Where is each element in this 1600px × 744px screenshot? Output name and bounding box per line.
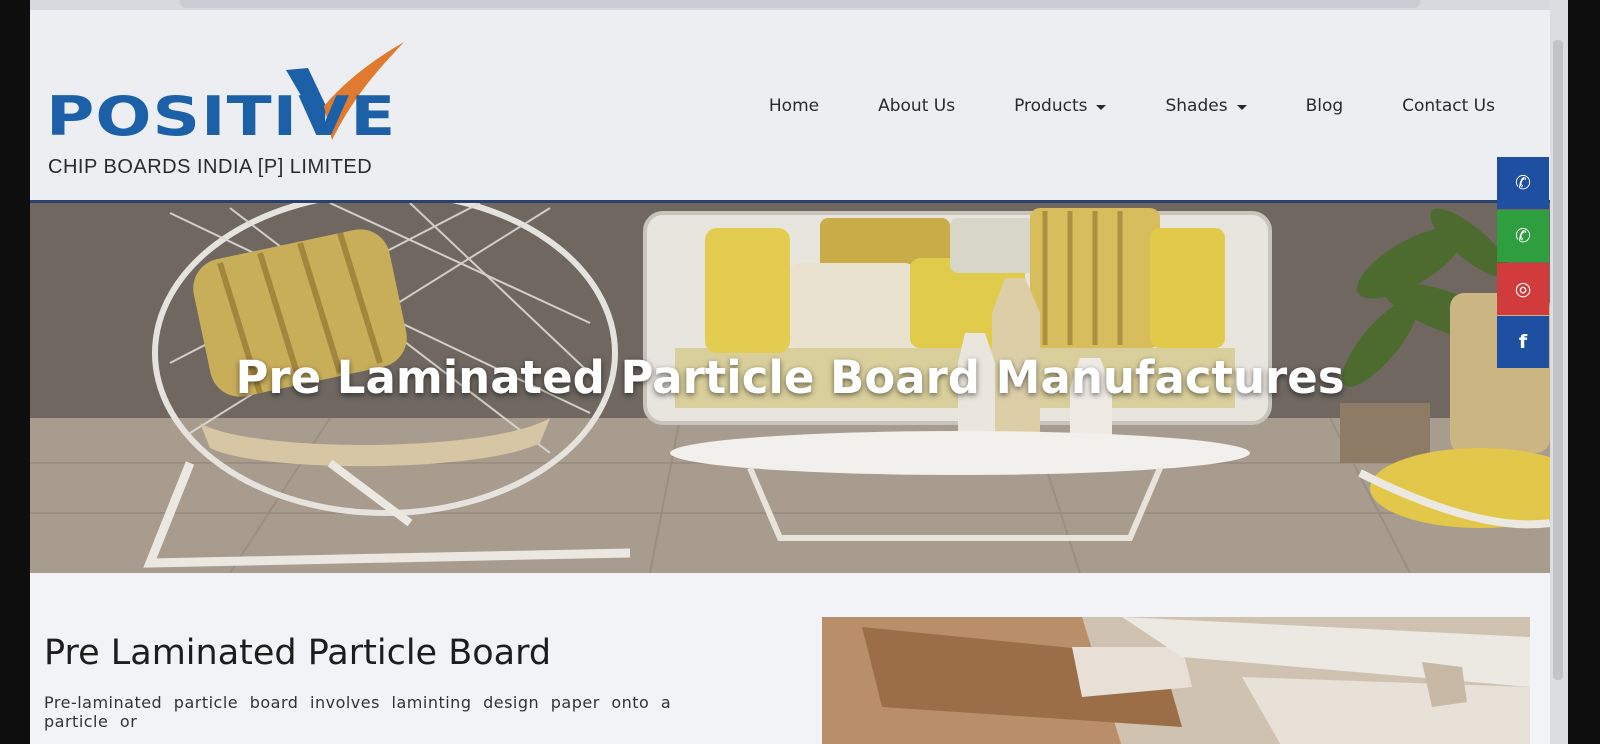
site-header: POSITIVE CHIP BOARDS INDIA [P] LIMITED H… — [30, 10, 1550, 200]
site-logo[interactable]: POSITIVE CHIP BOARDS INDIA [P] LIMITED — [46, 40, 426, 190]
chevron-down-icon — [1236, 104, 1247, 110]
instagram-button[interactable]: ◎ — [1497, 263, 1549, 315]
nav-products-label: Products — [1014, 96, 1088, 116]
intro-section: Pre Laminated Particle Board Pre-laminat… — [30, 573, 1550, 744]
chevron-down-icon — [1096, 104, 1107, 110]
main-navigation: Home About Us Products Shades Blog Conta… — [710, 96, 1495, 116]
section-text: Pre-laminated particle board involves la… — [44, 693, 672, 731]
nav-about-us-label: About Us — [878, 96, 956, 116]
nav-shades[interactable]: Shades — [1165, 96, 1247, 116]
hero-banner: Pre Laminated Particle Board Manufacture… — [30, 203, 1550, 573]
instagram-icon: ◎ — [1514, 278, 1532, 300]
nav-about-us[interactable]: About Us — [878, 96, 955, 116]
hero-caption: Pre Laminated Particle Board Manufacture… — [235, 351, 1345, 404]
logo-wordmark: POSITIVE — [46, 85, 397, 149]
phone-icon: ✆ — [1515, 172, 1531, 194]
facebook-icon: f — [1518, 331, 1528, 353]
whatsapp-icon: ✆ — [1515, 225, 1531, 247]
section-title: Pre Laminated Particle Board — [44, 633, 552, 673]
board-profile-illustration — [822, 617, 1530, 744]
social-sidebar: ✆ ✆ ◎ f — [1497, 157, 1549, 369]
nav-home-label: Home — [768, 96, 820, 116]
address-bar[interactable] — [180, 0, 1420, 8]
nav-contact-us-label: Contact Us — [1402, 96, 1495, 116]
nav-blog-label: Blog — [1305, 96, 1344, 116]
nav-products[interactable]: Products — [1014, 96, 1107, 116]
nav-contact-us[interactable]: Contact Us — [1402, 96, 1495, 116]
nav-shades-label: Shades — [1165, 96, 1228, 116]
nav-home[interactable]: Home — [769, 96, 819, 116]
phone-button[interactable]: ✆ — [1497, 157, 1549, 209]
nav-blog[interactable]: Blog — [1306, 96, 1344, 116]
scrollbar-thumb[interactable] — [1553, 40, 1563, 680]
logo-tagline: CHIP BOARDS INDIA [P] LIMITED — [48, 156, 373, 178]
board-profile-image — [822, 617, 1530, 744]
whatsapp-button[interactable]: ✆ — [1497, 210, 1549, 262]
facebook-button[interactable]: f — [1497, 316, 1549, 368]
browser-screen: POSITIVE CHIP BOARDS INDIA [P] LIMITED H… — [30, 0, 1550, 744]
